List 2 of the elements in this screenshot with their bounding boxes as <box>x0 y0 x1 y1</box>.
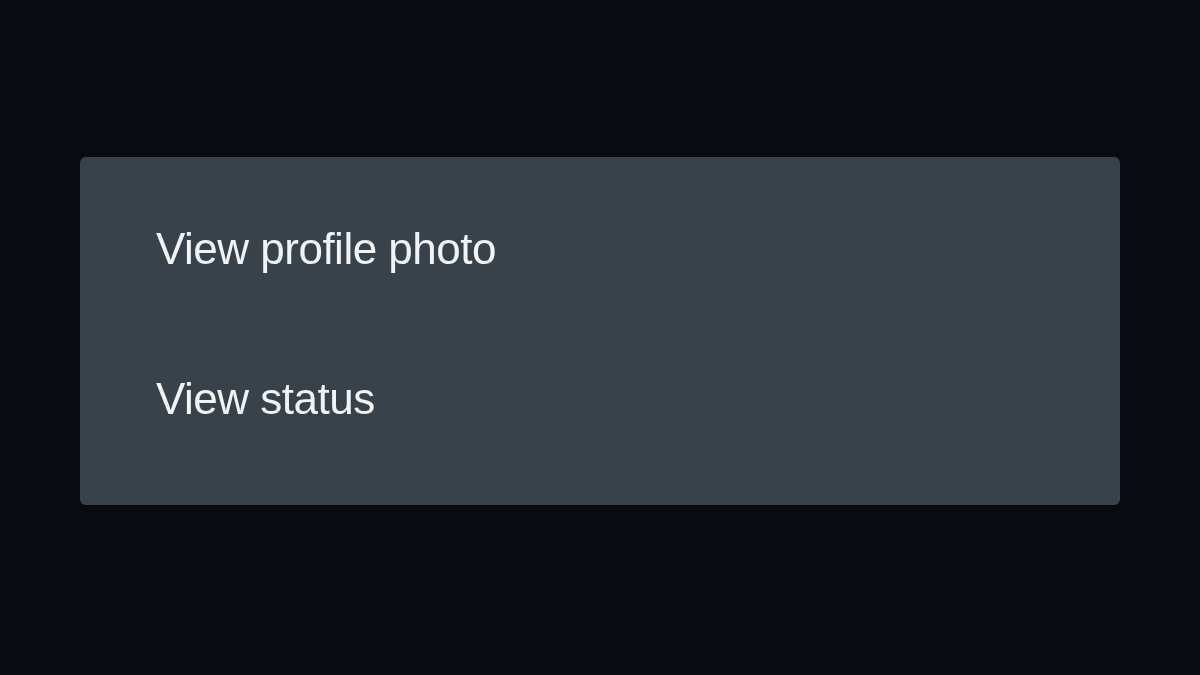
menu-item[interactable]: View status <box>80 377 1120 421</box>
menu-item[interactable]: View profile photo <box>80 227 1120 271</box>
